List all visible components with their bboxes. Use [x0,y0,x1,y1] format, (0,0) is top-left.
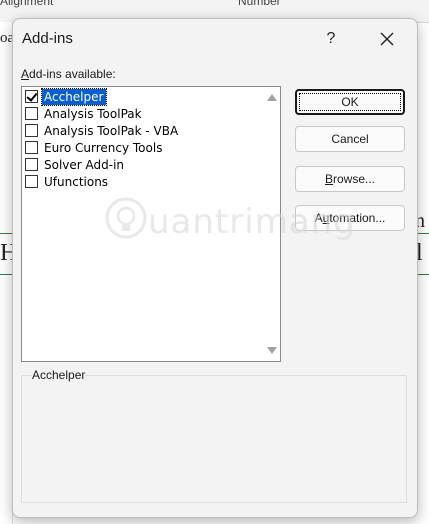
add-in-checkbox[interactable] [25,124,38,137]
close-button[interactable] [371,25,403,53]
sheet-gridline [0,233,12,234]
add-in-checkbox[interactable] [25,90,38,103]
add-ins-available-label: Add-ins available: [21,67,116,81]
add-in-checkbox[interactable] [25,158,38,171]
automation-button[interactable]: Automation... [295,205,405,231]
help-button[interactable]: ? [317,26,345,52]
add-in-checkbox[interactable] [25,175,38,188]
add-in-item[interactable]: Analysis ToolPak [23,105,262,122]
add-ins-list: Acchelper Analysis ToolPak Analysis ToolPa… [23,87,262,190]
add-in-checkbox[interactable] [25,141,38,154]
dialog-titlebar[interactable]: Add-ins ? [13,19,417,59]
add-in-label: Ufunctions [44,174,109,189]
ribbon-number-label: Number [238,0,281,8]
sheet-gridline [0,274,12,275]
list-scrollbar[interactable] [263,87,280,361]
add-in-checkbox[interactable] [25,107,38,120]
add-in-item[interactable]: Acchelper [23,87,262,106]
scroll-up-arrow-icon[interactable] [267,94,277,101]
add-in-label: Acchelper [40,87,108,106]
add-ins-listbox[interactable]: Acchelper Analysis ToolPak Analysis ToolPa… [21,86,281,362]
cancel-button[interactable]: Cancel [295,126,405,152]
ribbon-alignment-label: Alignment [0,0,54,8]
add-in-label: Solver Add-in [44,157,125,172]
browse-button[interactable]: Browse... [295,166,405,192]
ok-button[interactable]: OK [295,89,405,115]
dialog-title: Add-ins [22,30,73,47]
close-icon [380,32,394,46]
add-in-item[interactable]: Euro Currency Tools [23,139,262,156]
scroll-down-arrow-icon[interactable] [267,347,277,354]
add-in-item[interactable]: Ufunctions [23,173,262,190]
description-groupbox: Acchelper [21,368,407,503]
help-icon: ? [326,30,336,47]
add-in-label: Analysis ToolPak - VBA [44,123,179,138]
add-ins-dialog: Add-ins ? Add-ins available: Acchelper An… [12,18,418,518]
add-in-label: Euro Currency Tools [44,140,163,155]
add-in-label: Analysis ToolPak [44,106,142,121]
description-title: Acchelper [32,368,86,382]
add-in-item[interactable]: Analysis ToolPak - VBA [23,122,262,139]
add-in-item[interactable]: Solver Add-in [23,156,262,173]
focus-rectangle [299,93,401,111]
